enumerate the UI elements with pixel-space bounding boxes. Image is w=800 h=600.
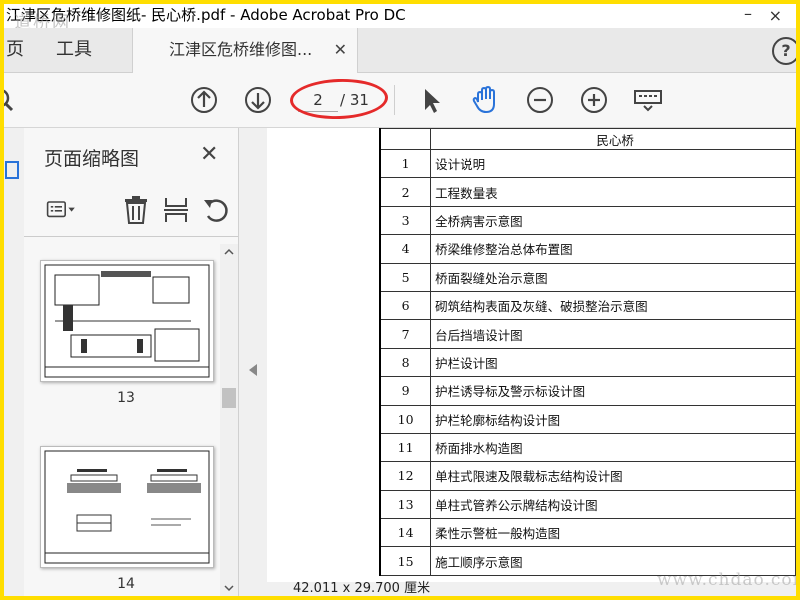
tab-bar: 页 工具 江津区危桥维修图... ✕ ?: [4, 28, 796, 73]
drawing-title: 护栏设计图: [430, 347, 796, 378]
bridge-name-header: 民心桥: [430, 128, 796, 150]
tab-document[interactable]: 江津区危桥维修图... ✕: [132, 28, 358, 73]
table-row: 1 设计说明: [379, 148, 796, 179]
row-number: 12: [379, 461, 432, 491]
drawing-title: 桥梁维修整治总体布置图: [430, 234, 796, 264]
table-row: 2 工程数量表: [379, 177, 796, 207]
scrollbar-thumb[interactable]: [222, 388, 236, 408]
tab-tools[interactable]: 工具: [56, 28, 92, 72]
drawing-index-table: 民心桥 1 设计说明 2 工程数量表 3 全桥病害示意图 4 桥梁维修整治总体布置图 5 桥面裂缝…: [379, 128, 796, 576]
drawing-title: 桥面裂缝处治示意图: [430, 262, 796, 292]
drawing-title: 桥面排水构造图: [430, 432, 796, 463]
page-thumbnails-panel: 页面缩略图 ✕ 13 14: [24, 128, 239, 596]
table-row: 6 砌筑结构表面及灰缝、破损整治示意图: [379, 290, 796, 321]
table-row: 14 柔性示警桩一般构造图: [379, 518, 796, 548]
row-number: 13: [379, 489, 432, 520]
search-icon[interactable]: [4, 84, 22, 116]
window-close-button[interactable]: ×: [769, 6, 782, 25]
left-panel-strip: [4, 128, 25, 596]
table-row: 11 桥面排水构造图: [379, 432, 796, 463]
table-row: 10 护栏轮廓标结构设计图: [379, 404, 796, 434]
row-number: 5: [379, 262, 432, 292]
keyboard-icon[interactable]: [632, 84, 664, 116]
collapse-arrow-icon[interactable]: [249, 364, 257, 376]
insert-pages-icon[interactable]: [160, 194, 192, 226]
row-number: 2: [379, 177, 432, 207]
tab-document-label: 江津区危桥维修图...: [169, 40, 313, 59]
scroll-down-icon[interactable]: [224, 584, 234, 592]
drawing-title: 工程数量表: [430, 177, 796, 207]
row-number: 11: [379, 432, 432, 463]
thumbnail-drawing: [44, 450, 210, 564]
watermark-url: www.chdao.com: [657, 570, 796, 590]
row-number: 7: [379, 319, 432, 349]
panel-collapse-strip: [239, 128, 267, 596]
minimize-button[interactable]: –: [744, 4, 752, 23]
row-number: 9: [379, 376, 432, 406]
rotate-icon[interactable]: [200, 194, 232, 226]
table-row: 8 护栏设计图: [379, 347, 796, 378]
row-number: 3: [379, 205, 432, 236]
drawing-title: 设计说明: [430, 148, 796, 179]
toolbar: 2 / 31: [4, 73, 796, 128]
table-row: 13 单柱式管养公示牌结构设计图: [379, 489, 796, 520]
panel-scrollbar[interactable]: [220, 244, 238, 596]
row-number: 4: [379, 234, 432, 264]
row-number: 15: [379, 546, 432, 576]
drawing-title: 护栏诱导标及警示标设计图: [430, 376, 796, 406]
header-cell-empty: [379, 128, 432, 150]
page-size-readout: 42.011 x 29.700 厘米: [293, 581, 431, 596]
select-arrow-icon[interactable]: [416, 84, 448, 116]
trash-icon[interactable]: [120, 194, 152, 226]
highlight-oval: [289, 77, 389, 121]
tab-home[interactable]: 页: [6, 28, 24, 72]
row-number: 8: [379, 347, 432, 378]
hand-icon[interactable]: [470, 84, 502, 116]
scroll-up-icon[interactable]: [224, 248, 234, 256]
table-header-row: 民心桥: [379, 128, 796, 150]
table-row: 3 全桥病害示意图: [379, 205, 796, 236]
zoom-out-icon[interactable]: [524, 84, 556, 116]
panel-close-icon[interactable]: ✕: [200, 142, 218, 167]
row-number: 1: [379, 148, 432, 179]
thumbnail-drawing: [44, 264, 210, 378]
page-thumbnail-13[interactable]: [40, 260, 214, 382]
thumbnail-label: 14: [117, 576, 135, 592]
drawing-title: 护栏轮廓标结构设计图: [430, 404, 796, 434]
tab-close-icon[interactable]: ✕: [334, 28, 347, 72]
zoom-in-icon[interactable]: [578, 84, 610, 116]
document-view[interactable]: 民心桥 1 设计说明 2 工程数量表 3 全桥病害示意图 4 桥梁维修整治总体布置图 5 桥面裂缝…: [267, 128, 796, 596]
row-number: 14: [379, 518, 432, 548]
table-row: 7 台后挡墙设计图: [379, 319, 796, 349]
arrow-up-circle-icon[interactable]: [188, 84, 220, 116]
panel-toolbar: [24, 188, 238, 237]
drawing-title: 砌筑结构表面及灰缝、破损整治示意图: [430, 290, 796, 321]
drawing-title: 单柱式管养公示牌结构设计图: [430, 489, 796, 520]
row-number: 6: [379, 290, 432, 321]
drawing-title: 台后挡墙设计图: [430, 319, 796, 349]
row-number: 10: [379, 404, 432, 434]
panel-title: 页面缩略图: [44, 148, 140, 170]
title-bar: 江津区危桥维修图纸- 民心桥.pdf - Adobe Acrobat Pro D…: [4, 4, 796, 33]
toolbar-divider: [394, 85, 395, 115]
drawing-title: 柔性示警桩一般构造图: [430, 518, 796, 548]
table-row: 4 桥梁维修整治总体布置图: [379, 234, 796, 264]
drawing-title: 全桥病害示意图: [430, 205, 796, 236]
page-thumbnail-14[interactable]: [40, 446, 214, 568]
acrobat-window: 江津区危桥维修图纸- 民心桥.pdf - Adobe Acrobat Pro D…: [4, 4, 796, 596]
page-thumbnails-icon[interactable]: [4, 158, 24, 182]
drawing-title: 单柱式限速及限载标志结构设计图: [430, 461, 796, 491]
thumbnail-label: 13: [117, 390, 135, 406]
table-row: 5 桥面裂缝处治示意图: [379, 262, 796, 292]
table-row: 9 护栏诱导标及警示标设计图: [379, 376, 796, 406]
table-row: 12 单柱式限速及限载标志结构设计图: [379, 461, 796, 491]
arrow-down-circle-icon[interactable]: [242, 84, 274, 116]
thumbnail-options-icon[interactable]: [46, 194, 78, 226]
pdf-page: 民心桥 1 设计说明 2 工程数量表 3 全桥病害示意图 4 桥梁维修整治总体布置图 5 桥面裂缝…: [267, 128, 796, 582]
help-icon[interactable]: ?: [772, 37, 796, 65]
